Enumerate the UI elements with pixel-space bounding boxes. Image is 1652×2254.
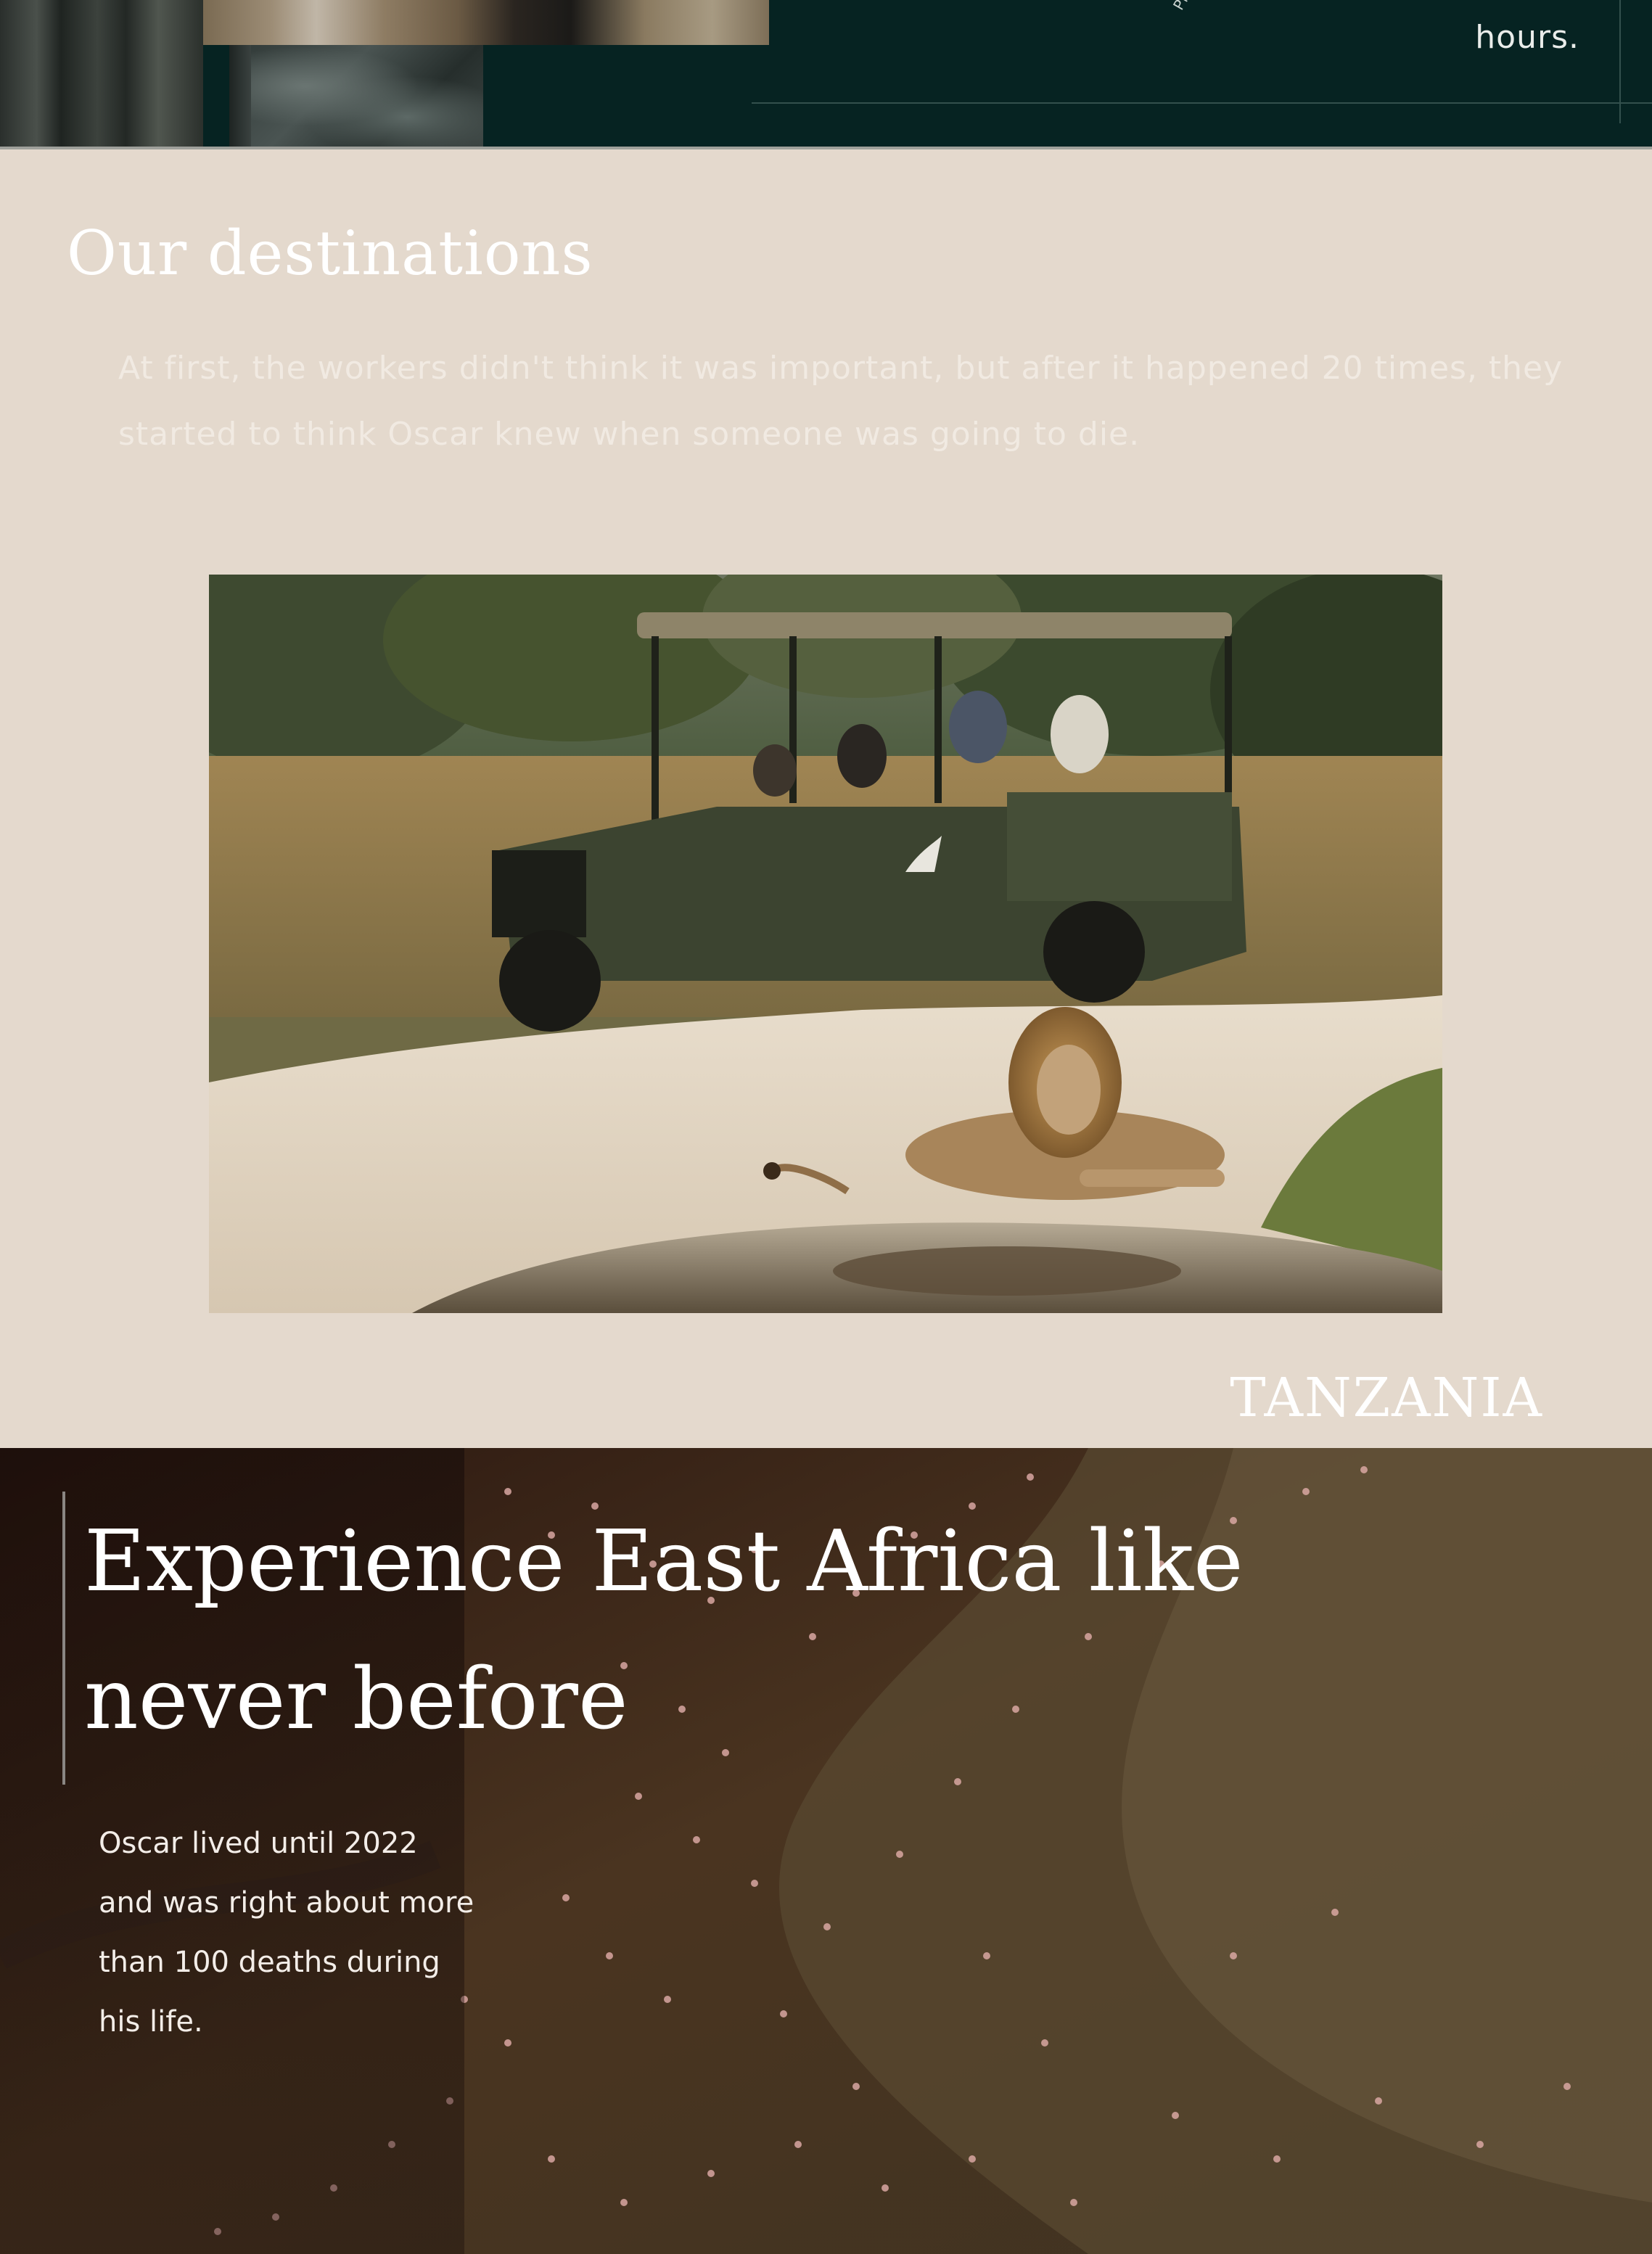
safari-lion-photo[interactable] xyxy=(209,575,1442,1313)
top-strip-photo xyxy=(203,0,769,45)
band-edge-divider xyxy=(0,147,1652,149)
experience-body: Oscar lived until 2022 and was right abo… xyxy=(99,1827,474,2039)
destinations-title: Our destinations xyxy=(67,218,593,289)
destinations-intro: At first, the workers didn't think it wa… xyxy=(118,350,1563,453)
safari-lion-illustration xyxy=(209,575,1442,1313)
divider-vertical xyxy=(1619,0,1621,123)
experience-heading: Experience East Africa like never before xyxy=(84,1513,1244,1748)
country-label[interactable]: TANZANIA xyxy=(1230,1367,1543,1429)
photo-credit: Photo xyxy=(1170,0,1207,13)
divider-horizontal xyxy=(752,102,1652,104)
top-water-photo xyxy=(229,45,483,148)
heading-accent-line xyxy=(62,1492,65,1785)
hours-text: hours. xyxy=(1475,19,1579,56)
top-left-photo xyxy=(0,0,203,148)
top-band: Photo hours. xyxy=(0,0,1652,148)
experience-section: Experience East Africa like never before… xyxy=(0,1448,1652,2254)
